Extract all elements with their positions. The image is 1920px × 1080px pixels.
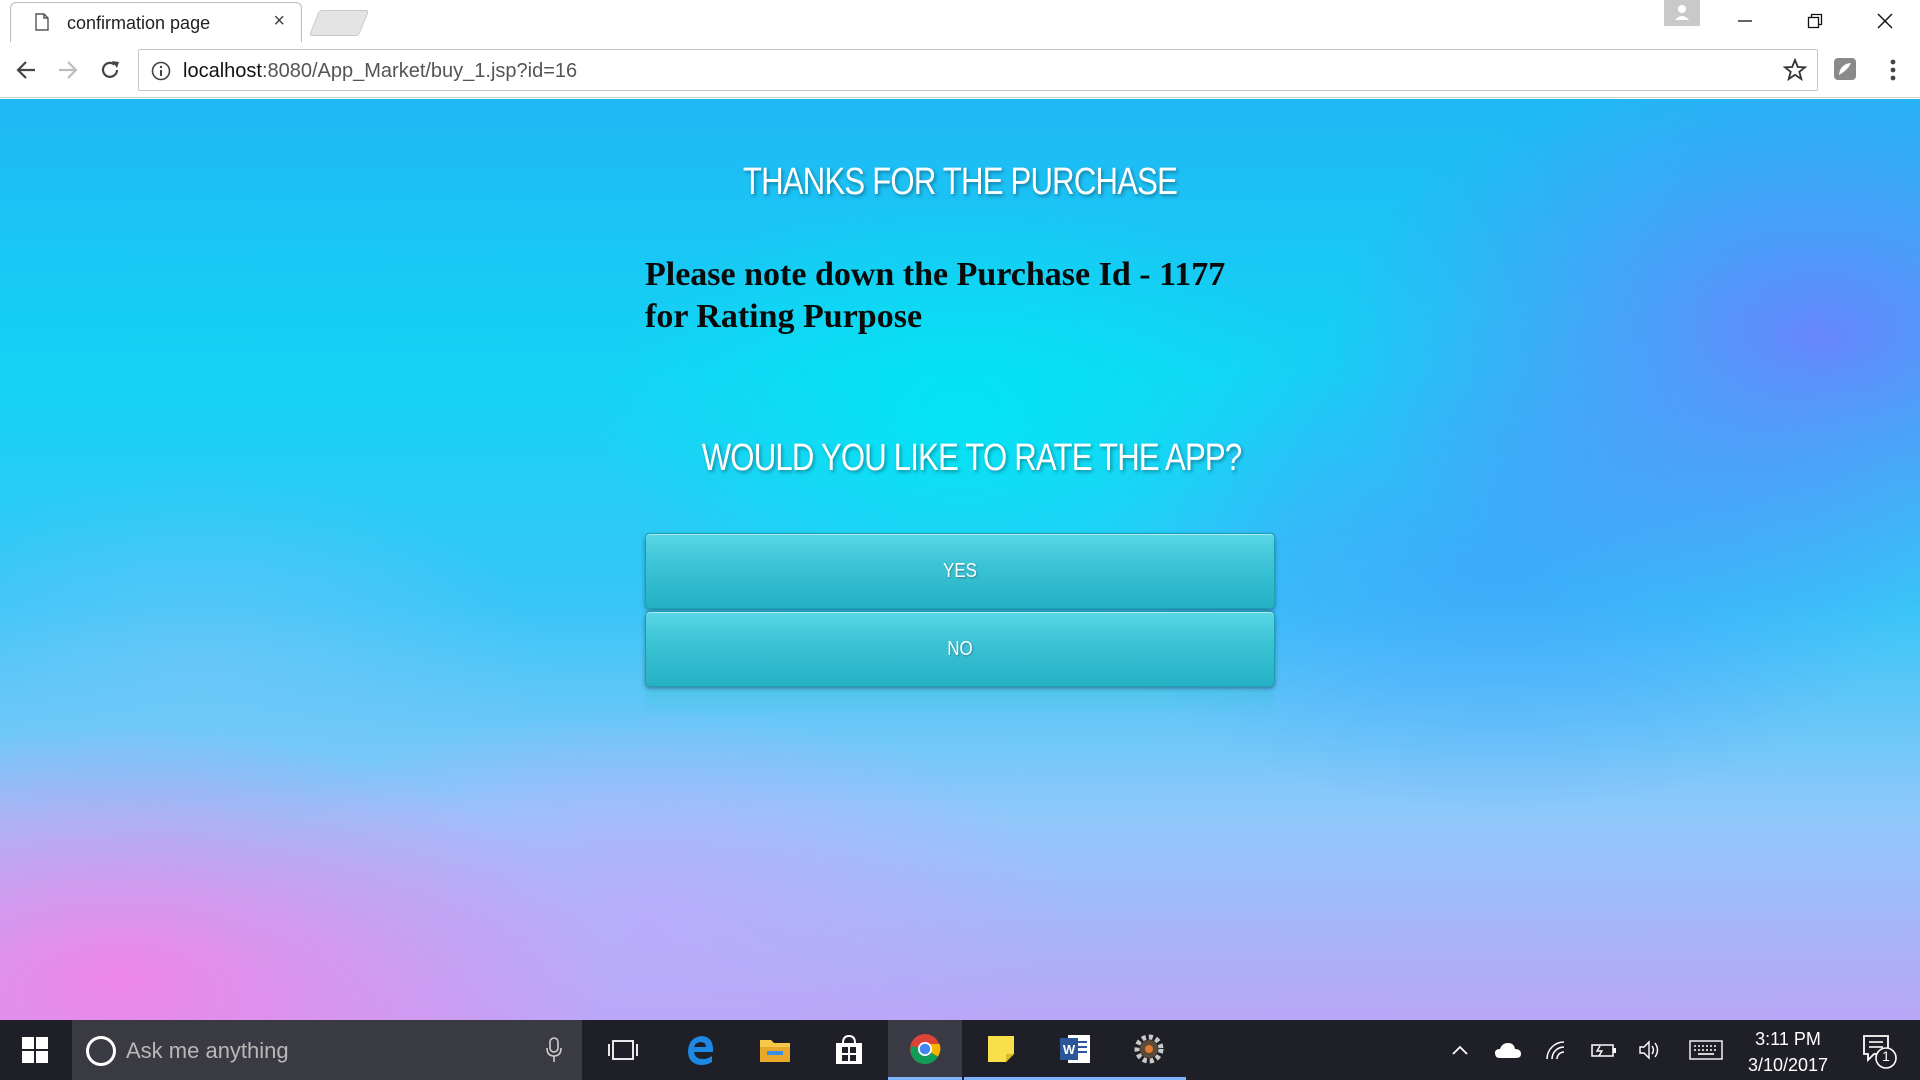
forward-arrow-icon xyxy=(59,61,78,79)
gear-icon xyxy=(1134,1034,1164,1063)
cloud-icon xyxy=(1495,1043,1521,1058)
purchase-id-note: Please note down the Purchase Id - 1177 … xyxy=(645,254,1275,338)
page-viewport: THANKS FOR THE PURCHASE Please note down… xyxy=(0,99,1920,1020)
browser-toolbar: localhost:8080/App_Market/buy_1.jsp?id=1… xyxy=(0,42,1920,98)
edge-icon xyxy=(688,1036,714,1065)
button-reflection xyxy=(645,689,1275,717)
action-center-button[interactable]: 1 xyxy=(1852,1020,1920,1080)
extension-icon[interactable] xyxy=(1832,56,1858,82)
svg-text:W: W xyxy=(1063,1042,1076,1057)
task-view-icon xyxy=(608,1040,638,1060)
wifi-icon xyxy=(1546,1041,1565,1060)
url-text[interactable]: localhost:8080/App_Market/buy_1.jsp?id=1… xyxy=(183,60,577,83)
keyboard-icon xyxy=(1689,1040,1723,1060)
tab-close-icon[interactable]: × xyxy=(273,11,285,31)
address-bar[interactable]: localhost:8080/App_Market/buy_1.jsp?id=1… xyxy=(138,49,1818,91)
close-icon xyxy=(1877,13,1893,29)
chrome-icon xyxy=(910,1033,941,1064)
chevron-up-icon xyxy=(1452,1045,1468,1055)
yes-button[interactable]: YES xyxy=(645,533,1275,609)
info-icon[interactable] xyxy=(151,61,171,81)
taskbar-store[interactable] xyxy=(812,1020,886,1080)
browser-tab[interactable]: confirmation page × xyxy=(10,2,302,42)
rating-purpose-line: for Rating Purpose xyxy=(645,298,923,335)
cortana-icon xyxy=(86,1036,116,1066)
word-icon: W xyxy=(1060,1034,1090,1063)
store-icon xyxy=(836,1034,862,1064)
show-hidden-icons-button[interactable] xyxy=(1440,1020,1480,1080)
start-button[interactable] xyxy=(0,1020,70,1080)
search-placeholder: Ask me anything xyxy=(126,1038,289,1063)
minimize-button[interactable] xyxy=(1710,0,1780,42)
back-arrow-icon xyxy=(16,61,35,79)
rate-question: WOULD YOU LIKE TO RATE THE APP? xyxy=(701,437,1242,479)
taskbar-word[interactable]: W xyxy=(1038,1020,1112,1080)
keyboard-tray-button[interactable] xyxy=(1684,1020,1728,1080)
folder-icon xyxy=(760,1040,790,1062)
taskbar-chrome[interactable] xyxy=(888,1020,962,1080)
restore-icon xyxy=(1807,13,1823,29)
battery-icon xyxy=(1591,1044,1616,1057)
taskbar-clock[interactable]: 3:11 PM 3/10/2017 xyxy=(1728,1026,1848,1078)
browser-titlebar: confirmation page × xyxy=(0,0,1920,42)
sticky-notes-icon xyxy=(988,1035,1014,1062)
notification-count: 1 xyxy=(1882,1048,1890,1064)
page-icon xyxy=(35,13,49,31)
menu-dots-icon[interactable] xyxy=(1880,56,1906,84)
windows-logo-icon xyxy=(22,1037,48,1063)
reload-button[interactable] xyxy=(92,52,128,88)
microphone-icon[interactable] xyxy=(546,1036,562,1064)
wifi-tray-button[interactable] xyxy=(1536,1020,1576,1080)
minimize-icon xyxy=(1738,20,1752,22)
tab-title: confirmation page xyxy=(67,13,211,33)
thanks-heading: THANKS FOR THE PURCHASE xyxy=(742,161,1178,203)
restore-button[interactable] xyxy=(1780,0,1850,42)
task-view-button[interactable] xyxy=(586,1020,660,1080)
reload-icon xyxy=(101,61,119,78)
volume-tray-button[interactable] xyxy=(1630,1020,1670,1080)
taskbar-file-explorer[interactable] xyxy=(738,1020,812,1080)
no-button[interactable]: NO xyxy=(645,611,1275,687)
taskbar-settings-app[interactable] xyxy=(1112,1020,1186,1080)
cortana-search-box[interactable]: Ask me anything xyxy=(72,1020,582,1080)
profile-button[interactable] xyxy=(1664,0,1700,26)
taskbar-sticky-notes[interactable] xyxy=(964,1020,1038,1080)
taskbar-edge[interactable] xyxy=(664,1020,738,1080)
taskbar: Ask me anything W 3:11 PM 3/10/2017 1 xyxy=(0,1020,1920,1080)
close-window-button[interactable] xyxy=(1850,0,1920,42)
new-tab-button[interactable] xyxy=(308,10,370,36)
back-button[interactable] xyxy=(8,52,44,88)
forward-button[interactable] xyxy=(50,52,86,88)
speaker-icon xyxy=(1639,1040,1659,1060)
onedrive-tray-button[interactable] xyxy=(1488,1020,1528,1080)
clock-time: 3:11 PM xyxy=(1755,1029,1821,1049)
purchase-id-line: Please note down the Purchase Id - 1177 xyxy=(645,256,1226,293)
url-host: localhost xyxy=(183,60,262,82)
no-button-label: NO xyxy=(947,637,973,660)
person-icon xyxy=(1675,5,1689,20)
clock-date: 3/10/2017 xyxy=(1747,1055,1829,1075)
bookmark-star-icon[interactable] xyxy=(1783,58,1807,82)
url-path: :8080/App_Market/buy_1.jsp?id=16 xyxy=(261,60,578,82)
battery-tray-button[interactable] xyxy=(1584,1020,1624,1080)
yes-button-label: YES xyxy=(942,559,978,582)
